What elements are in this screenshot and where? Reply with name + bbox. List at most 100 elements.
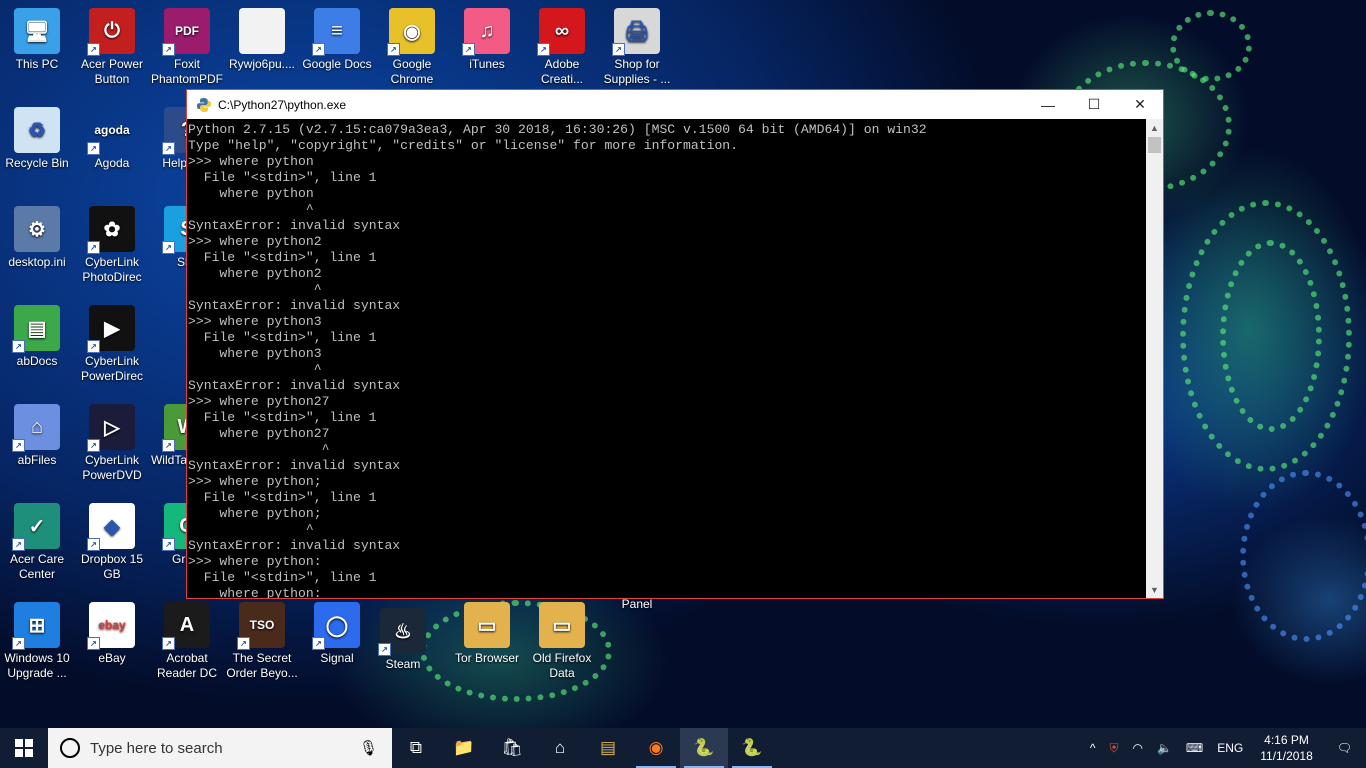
- desktop-icon[interactable]: ⏻ ↗ Acer Power Button: [75, 0, 149, 90]
- desktop-icon[interactable]: ♨ ↗ Steam: [366, 600, 440, 690]
- desktop-icon-label: CyberLink PowerDVD 12: [82, 453, 142, 482]
- desktop-icon[interactable]: ♫ ↗ iTunes: [450, 0, 524, 90]
- desktop-icon-label: abFiles: [17, 453, 57, 467]
- task-view-icon[interactable]: ⧉: [392, 728, 440, 768]
- scroll-down-arrow-icon[interactable]: ▼: [1146, 581, 1163, 598]
- folder-icon: ▭: [464, 602, 510, 648]
- desktop-icon[interactable]: ▤ ↗ abDocs: [0, 297, 74, 387]
- computer-icon: 🖥: [14, 8, 60, 54]
- console-text: Python 2.7.15 (v2.7.15:ca079a3ea3, Apr 3…: [188, 122, 927, 598]
- taskbar: Type here to search 🎙 ⧉ 📁 🛍 ⌂ ▤ ◉ 🐍 🐍 ^ ⛨ ◠ 🔈 ⌨…: [0, 728, 1366, 768]
- scrollbar-thumb[interactable]: [1148, 137, 1161, 153]
- desktop-icon[interactable]: ✿ ↗ CyberLink PhotoDirec: [75, 198, 149, 288]
- shortcut-arrow-icon: ↗: [162, 637, 175, 650]
- docs-icon: ≡ ↗: [312, 8, 360, 56]
- show-hidden-icons-chevron-icon[interactable]: ^: [1083, 741, 1103, 755]
- desktop-icon[interactable]: 🖥 This PC: [0, 0, 74, 90]
- itunes-icon: ♫ ↗: [462, 8, 510, 56]
- scroll-up-arrow-icon[interactable]: ▲: [1146, 119, 1163, 136]
- chrome-icon: ◉ ↗: [387, 8, 435, 56]
- desktop-icon[interactable]: ✓ ↗ Acer Care Center: [0, 495, 74, 585]
- photodirector-icon: ✿ ↗: [87, 206, 135, 254]
- shortcut-arrow-icon: ↗: [87, 538, 100, 551]
- desktop-icon[interactable]: TSO ↗ The Secret Order Beyo...: [225, 594, 299, 684]
- vertical-scrollbar[interactable]: ▲ ▼: [1146, 119, 1163, 598]
- taskbar-search-box[interactable]: Type here to search 🎙: [48, 728, 392, 768]
- desktop-icon[interactable]: Panel: [600, 594, 674, 684]
- close-button[interactable]: ✕: [1117, 90, 1163, 119]
- microphone-icon[interactable]: 🎙: [359, 739, 378, 757]
- powerdirector-icon: ▶ ↗: [87, 305, 135, 353]
- clock[interactable]: 4:16 PM 11/1/2018: [1250, 732, 1323, 764]
- acer-care-icon: ✓ ↗: [12, 503, 60, 551]
- maximize-button[interactable]: ☐: [1071, 90, 1117, 119]
- wallpaper-coral: [1220, 240, 1322, 432]
- desktop-icon[interactable]: A ↗ Acrobat Reader DC: [150, 594, 224, 684]
- taskbar-apps: ⧉ 📁 🛍 ⌂ ▤ ◉ 🐍 🐍: [392, 728, 776, 768]
- shortcut-arrow-icon: ↗: [87, 439, 100, 452]
- shortcut-arrow-icon: ↗: [237, 637, 250, 650]
- desktop-icon[interactable]: ⚙ desktop.ini: [0, 198, 74, 288]
- desktop-icon[interactable]: 🖨 ↗ Shop for Supplies - ...: [600, 0, 674, 90]
- desktop-icon[interactable]: ▭ Tor Browser: [450, 594, 524, 684]
- desktop-icon[interactable]: ▭ Old Firefox Data: [525, 594, 599, 684]
- shortcut-arrow-icon: ↗: [12, 340, 25, 353]
- volume-icon[interactable]: 🔈: [1150, 741, 1179, 755]
- powerdvd-icon: ▷ ↗: [87, 404, 135, 452]
- start-button[interactable]: [0, 728, 48, 768]
- desktop-icon[interactable]: ◉ ↗ Google Chrome: [375, 0, 449, 90]
- abfiles-icon: ⌂ ↗: [12, 404, 60, 452]
- cortana-icon: [60, 738, 80, 758]
- signal-icon: ◯ ↗: [312, 602, 360, 650]
- window-titlebar[interactable]: C:\Python27\python.exe — ☐ ✕: [187, 90, 1163, 119]
- minimize-button[interactable]: —: [1025, 90, 1071, 119]
- desktop-icon-label: The Secret Order Beyo...: [226, 651, 298, 680]
- python-icon[interactable]: 🐍: [680, 728, 728, 768]
- desktop-icon[interactable]: agoda ↗ Agoda: [75, 99, 149, 189]
- shortcut-arrow-icon: ↗: [87, 340, 100, 353]
- archive-icon[interactable]: ▤: [584, 728, 632, 768]
- adobe-cc-icon: ∞ ↗: [537, 8, 585, 56]
- notifications-icon[interactable]: 🗨: [1323, 741, 1366, 755]
- desktop-icon[interactable]: ◯ ↗ Signal: [300, 594, 374, 684]
- shortcut-arrow-icon: ↗: [312, 637, 325, 650]
- shortcut-arrow-icon: ↗: [87, 43, 100, 56]
- desktop-icon[interactable]: ≡ ↗ Google Docs: [300, 0, 374, 90]
- home-icon[interactable]: ⌂: [536, 728, 584, 768]
- shortcut-arrow-icon: ↗: [162, 142, 175, 155]
- wifi-icon[interactable]: ◠: [1125, 741, 1149, 755]
- file-explorer-icon[interactable]: 📁: [440, 728, 488, 768]
- desktop-icon[interactable]: ▷↗CyberLink PowerDVD 12: [75, 396, 149, 486]
- desktop-icon[interactable]: ♻ Recycle Bin: [0, 99, 74, 189]
- desktop-icon[interactable]: ∞ ↗ Adobe Creati...: [525, 0, 599, 90]
- desktop-icon[interactable]: ⊞ ↗ Windows 10 Upgrade ...: [0, 594, 74, 684]
- desktop-icon-label: Old Firefox Data: [532, 651, 592, 680]
- keyboard-icon[interactable]: ⌨: [1179, 741, 1210, 755]
- desktop-icon[interactable]: PDF ↗ Foxit PhantomPDF: [150, 0, 224, 90]
- shortcut-arrow-icon: ↗: [87, 142, 100, 155]
- ebay-icon: ebay ↗: [87, 602, 135, 650]
- python-console-window[interactable]: C:\Python27\python.exe — ☐ ✕ Python 2.7.…: [186, 89, 1164, 599]
- security-alert-icon[interactable]: ⛨: [1102, 741, 1125, 756]
- desktop-icon-label: Agoda: [94, 156, 130, 170]
- python-launcher-icon[interactable]: 🐍: [728, 728, 776, 768]
- desktop-icon[interactable]: ebay ↗ eBay: [75, 594, 149, 684]
- firefox-icon[interactable]: ◉: [632, 728, 680, 768]
- window-title: C:\Python27\python.exe: [218, 97, 347, 112]
- settings-file-icon: ⚙: [14, 206, 60, 252]
- desktop-icon[interactable]: ⌂ ↗ abFiles: [0, 396, 74, 486]
- desktop-icon-label: Recycle Bin: [5, 156, 69, 170]
- shortcut-arrow-icon: ↗: [12, 439, 25, 452]
- desktop-icon[interactable]: Rywjo6pu....: [225, 0, 299, 90]
- console-output[interactable]: Python 2.7.15 (v2.7.15:ca079a3ea3, Apr 3…: [187, 119, 1147, 598]
- windows-icon: ⊞ ↗: [12, 602, 60, 650]
- folder-icon: ▭: [539, 602, 585, 648]
- printer-icon: 🖨 ↗: [612, 8, 660, 56]
- desktop-icon-label: Panel: [621, 597, 653, 611]
- shortcut-arrow-icon: ↗: [162, 43, 175, 56]
- store-icon[interactable]: 🛍: [488, 728, 536, 768]
- language-indicator[interactable]: ENG: [1210, 741, 1250, 755]
- clock-time: 4:16 PM: [1264, 733, 1309, 747]
- desktop-icon[interactable]: ◆ ↗ Dropbox 15 GB: [75, 495, 149, 585]
- desktop-icon[interactable]: ▶ ↗ CyberLink PowerDirec: [75, 297, 149, 387]
